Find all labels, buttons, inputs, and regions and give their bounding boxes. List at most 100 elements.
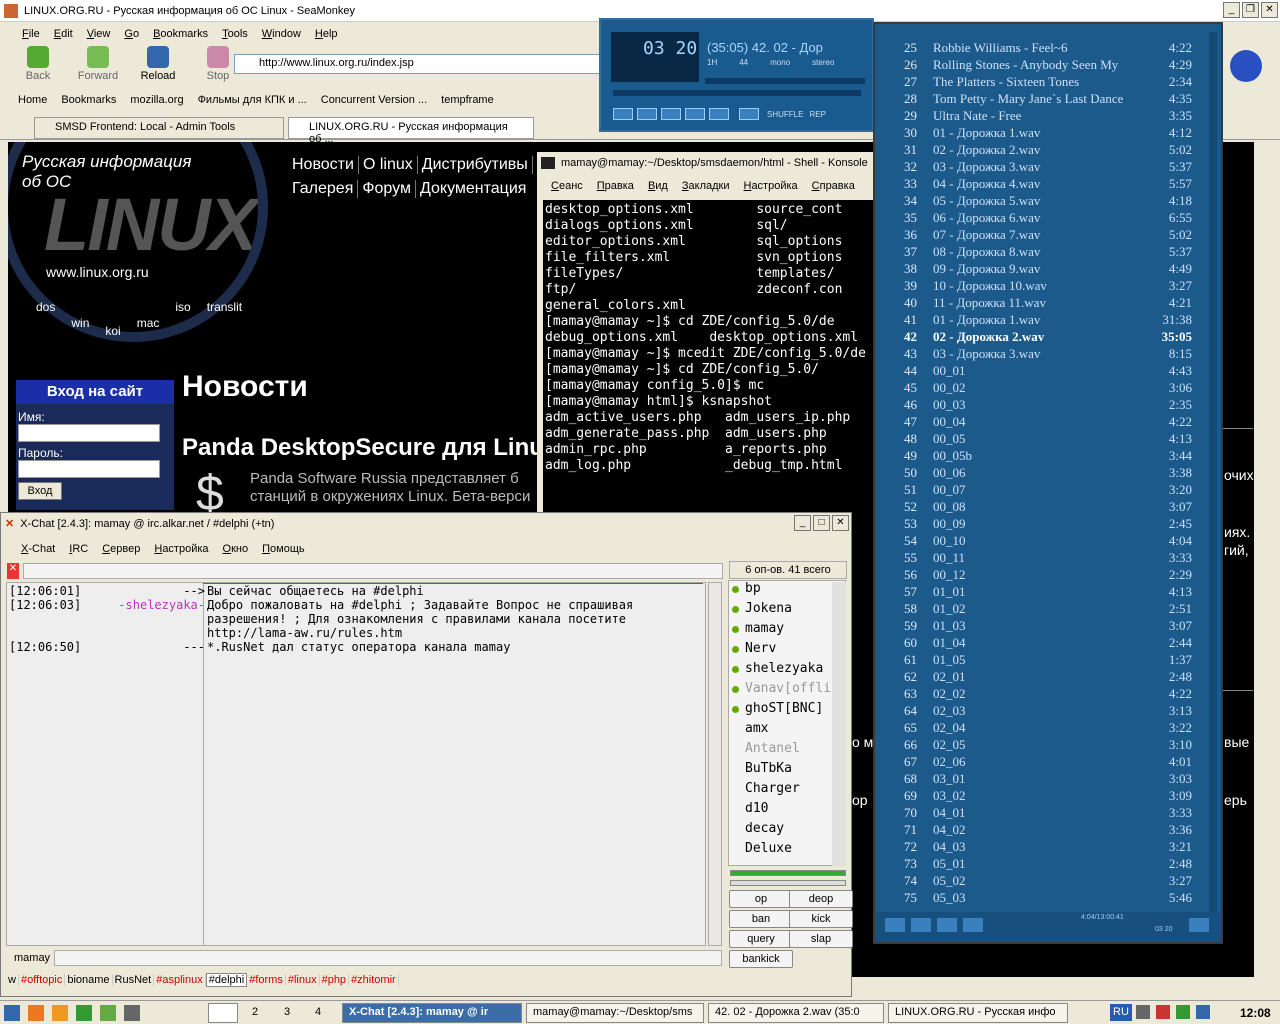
slap-button[interactable]: slap [789,930,853,948]
playlist-item[interactable]: 46 00_03 2:35 [889,397,1219,414]
tray-icon[interactable] [1156,1005,1170,1019]
bankick-button[interactable]: bankick [729,950,793,968]
channel-tab[interactable]: bioname [65,974,113,986]
konsole-menu-edit[interactable]: Правка [591,180,640,192]
ban-button[interactable]: ban [729,910,793,928]
user-item[interactable]: Nerv [729,641,845,661]
menu-window[interactable]: Window [256,28,307,40]
speaker-icon[interactable] [1136,1005,1150,1019]
user-item[interactable]: Jokena [729,601,845,621]
playlist-item[interactable]: 30 01 - Дорожка 1.wav 4:12 [889,125,1219,142]
user-item[interactable]: BuTbKa [729,761,845,781]
userlist-scrollbar[interactable] [832,582,846,866]
playlist-item[interactable]: 45 00_02 3:06 [889,380,1219,397]
playlist-item[interactable]: 52 00_08 3:07 [889,499,1219,516]
app-icon[interactable] [52,1005,68,1021]
playlist-item[interactable]: 44 00_01 4:43 [889,363,1219,380]
desktop-3[interactable]: 3 [284,1006,290,1018]
topic-field[interactable] [23,563,723,579]
playlist-item[interactable]: 58 01_02 2:51 [889,601,1219,618]
login-button[interactable]: Вход [18,482,62,500]
channel-tab[interactable]: #delphi [205,973,248,987]
remove-icon[interactable] [911,918,931,932]
desktop-2[interactable]: 2 [252,1006,258,1018]
konsole-menu-view[interactable]: Вид [642,180,674,192]
page-scrollbar[interactable] [1254,142,1270,977]
repeat-toggle[interactable]: REP [809,110,825,119]
xchat-menu-help[interactable]: Помощь [256,543,311,555]
playlist-item[interactable]: 67 02_06 4:01 [889,754,1219,771]
message-input[interactable] [54,950,722,966]
misc-icon[interactable] [963,918,983,932]
konsole-menu-settings[interactable]: Настройка [737,180,803,192]
task-konsole[interactable]: mamay@mamay:~/Desktop/sms [526,1003,704,1023]
playlist-item[interactable]: 73 05_01 2:48 [889,856,1219,873]
user-item[interactable]: ghoST[BNC] [729,701,845,721]
task-xchat[interactable]: X-Chat [2.4.3]: mamay @ ir [342,1003,522,1023]
menu-file[interactable]: File [16,28,46,40]
op-button[interactable]: op [729,890,793,908]
user-item[interactable]: amx [729,721,845,741]
playlist-item[interactable]: 72 04_03 3:21 [889,839,1219,856]
nav-forum[interactable]: Форум [358,180,416,198]
user-item[interactable]: decay [729,821,845,841]
xchat-titlebar[interactable]: ✕ X-Chat [2.4.3]: mamay @ irc.alkar.net … [1,513,851,534]
channel-tab[interactable]: RusNet [113,974,155,986]
playlist-item[interactable]: 68 03_01 3:03 [889,771,1219,788]
chat-log[interactable]: [12:06:01] --> Вы сейчас общаетесь на #del… [6,582,706,946]
forward-button[interactable]: Forward [70,46,126,84]
password-input[interactable] [18,460,160,478]
bookmark-films[interactable]: Фильмы для КПК и ... [198,94,307,106]
nav-docs[interactable]: Документация [416,180,530,198]
app-icon[interactable] [100,1005,116,1021]
playlist-item[interactable]: 39 10 - Дорожка 10.wav 3:27 [889,278,1219,295]
nav-distros[interactable]: Дистрибутивы [418,156,533,174]
playlist-item[interactable]: 50 00_06 3:38 [889,465,1219,482]
playlist-item[interactable]: 55 00_11 3:33 [889,550,1219,567]
maximize-button[interactable]: □ [813,515,830,531]
playlist-item[interactable]: 36 07 - Дорожка 7.wav 5:02 [889,227,1219,244]
minimize-button[interactable]: _ [794,515,811,531]
back-button[interactable]: Back [10,46,66,84]
nav-gallery[interactable]: Галерея [288,180,359,198]
user-item[interactable]: shelezyaka [729,661,845,681]
eject-icon[interactable] [739,108,759,120]
playlist-item[interactable]: 56 00_12 2:29 [889,567,1219,584]
tray-icon[interactable] [1196,1005,1210,1019]
playlist-item[interactable]: 48 00_05 4:13 [889,431,1219,448]
playlist-item[interactable]: 71 04_02 3:36 [889,822,1219,839]
playlist-item[interactable]: 34 05 - Дорожка 5.wav 4:18 [889,193,1219,210]
playlist-item[interactable]: 40 11 - Дорожка 11.wav 4:21 [889,295,1219,312]
user-item[interactable]: bp [729,581,845,601]
tab-linux-org[interactable]: LINUX.ORG.RU - Русская информация об ... [288,117,534,145]
bookmark-mozilla[interactable]: mozilla.org [130,94,183,106]
bookmark-cvs[interactable]: Concurrent Version ... [321,94,427,106]
volume-slider[interactable] [705,78,865,84]
quicklaunch-icon[interactable] [4,1005,20,1021]
playlist-item[interactable]: 74 05_02 3:27 [889,873,1219,890]
xchat-menu-server[interactable]: Сервер [96,543,146,555]
close-tab-icon[interactable]: ✕ [7,563,19,579]
channel-tab[interactable]: #offtopic [19,974,66,986]
firefox-icon[interactable] [28,1005,44,1021]
playlist-item[interactable]: 25 Robbie Williams - Feel~6 4:22 [889,40,1219,57]
playlist-item[interactable]: 42 02 - Дорожка 2.wav 35:05 [889,329,1219,346]
menu-view[interactable]: View [81,28,117,40]
reload-button[interactable]: Reload [130,46,186,84]
playlist-item[interactable]: 37 08 - Дорожка 8.wav 5:37 [889,244,1219,261]
konsole-menu-bookmarks[interactable]: Закладки [676,180,736,192]
playlist-item[interactable]: 61 01_05 1:37 [889,652,1219,669]
menu-help[interactable]: Help [309,28,344,40]
kick-button[interactable]: kick [789,910,853,928]
xchat-menu-window[interactable]: Окно [217,543,255,555]
user-item[interactable]: Charger [729,781,845,801]
playlist-item[interactable]: 53 00_09 2:45 [889,516,1219,533]
menu-go[interactable]: Go [118,28,145,40]
playlist-item[interactable]: 28 Tom Petty - Mary Jane`s Last Dance 4:35 [889,91,1219,108]
playlist-item[interactable]: 43 03 - Дорожка 3.wav 8:15 [889,346,1219,363]
next-icon[interactable] [709,108,729,120]
nav-news[interactable]: Новости [288,156,359,174]
playlist-item[interactable]: 38 09 - Дорожка 9.wav 4:49 [889,261,1219,278]
menu-bookmarks[interactable]: Bookmarks [147,28,214,40]
playlist-item[interactable]: 69 03_02 3:09 [889,788,1219,805]
